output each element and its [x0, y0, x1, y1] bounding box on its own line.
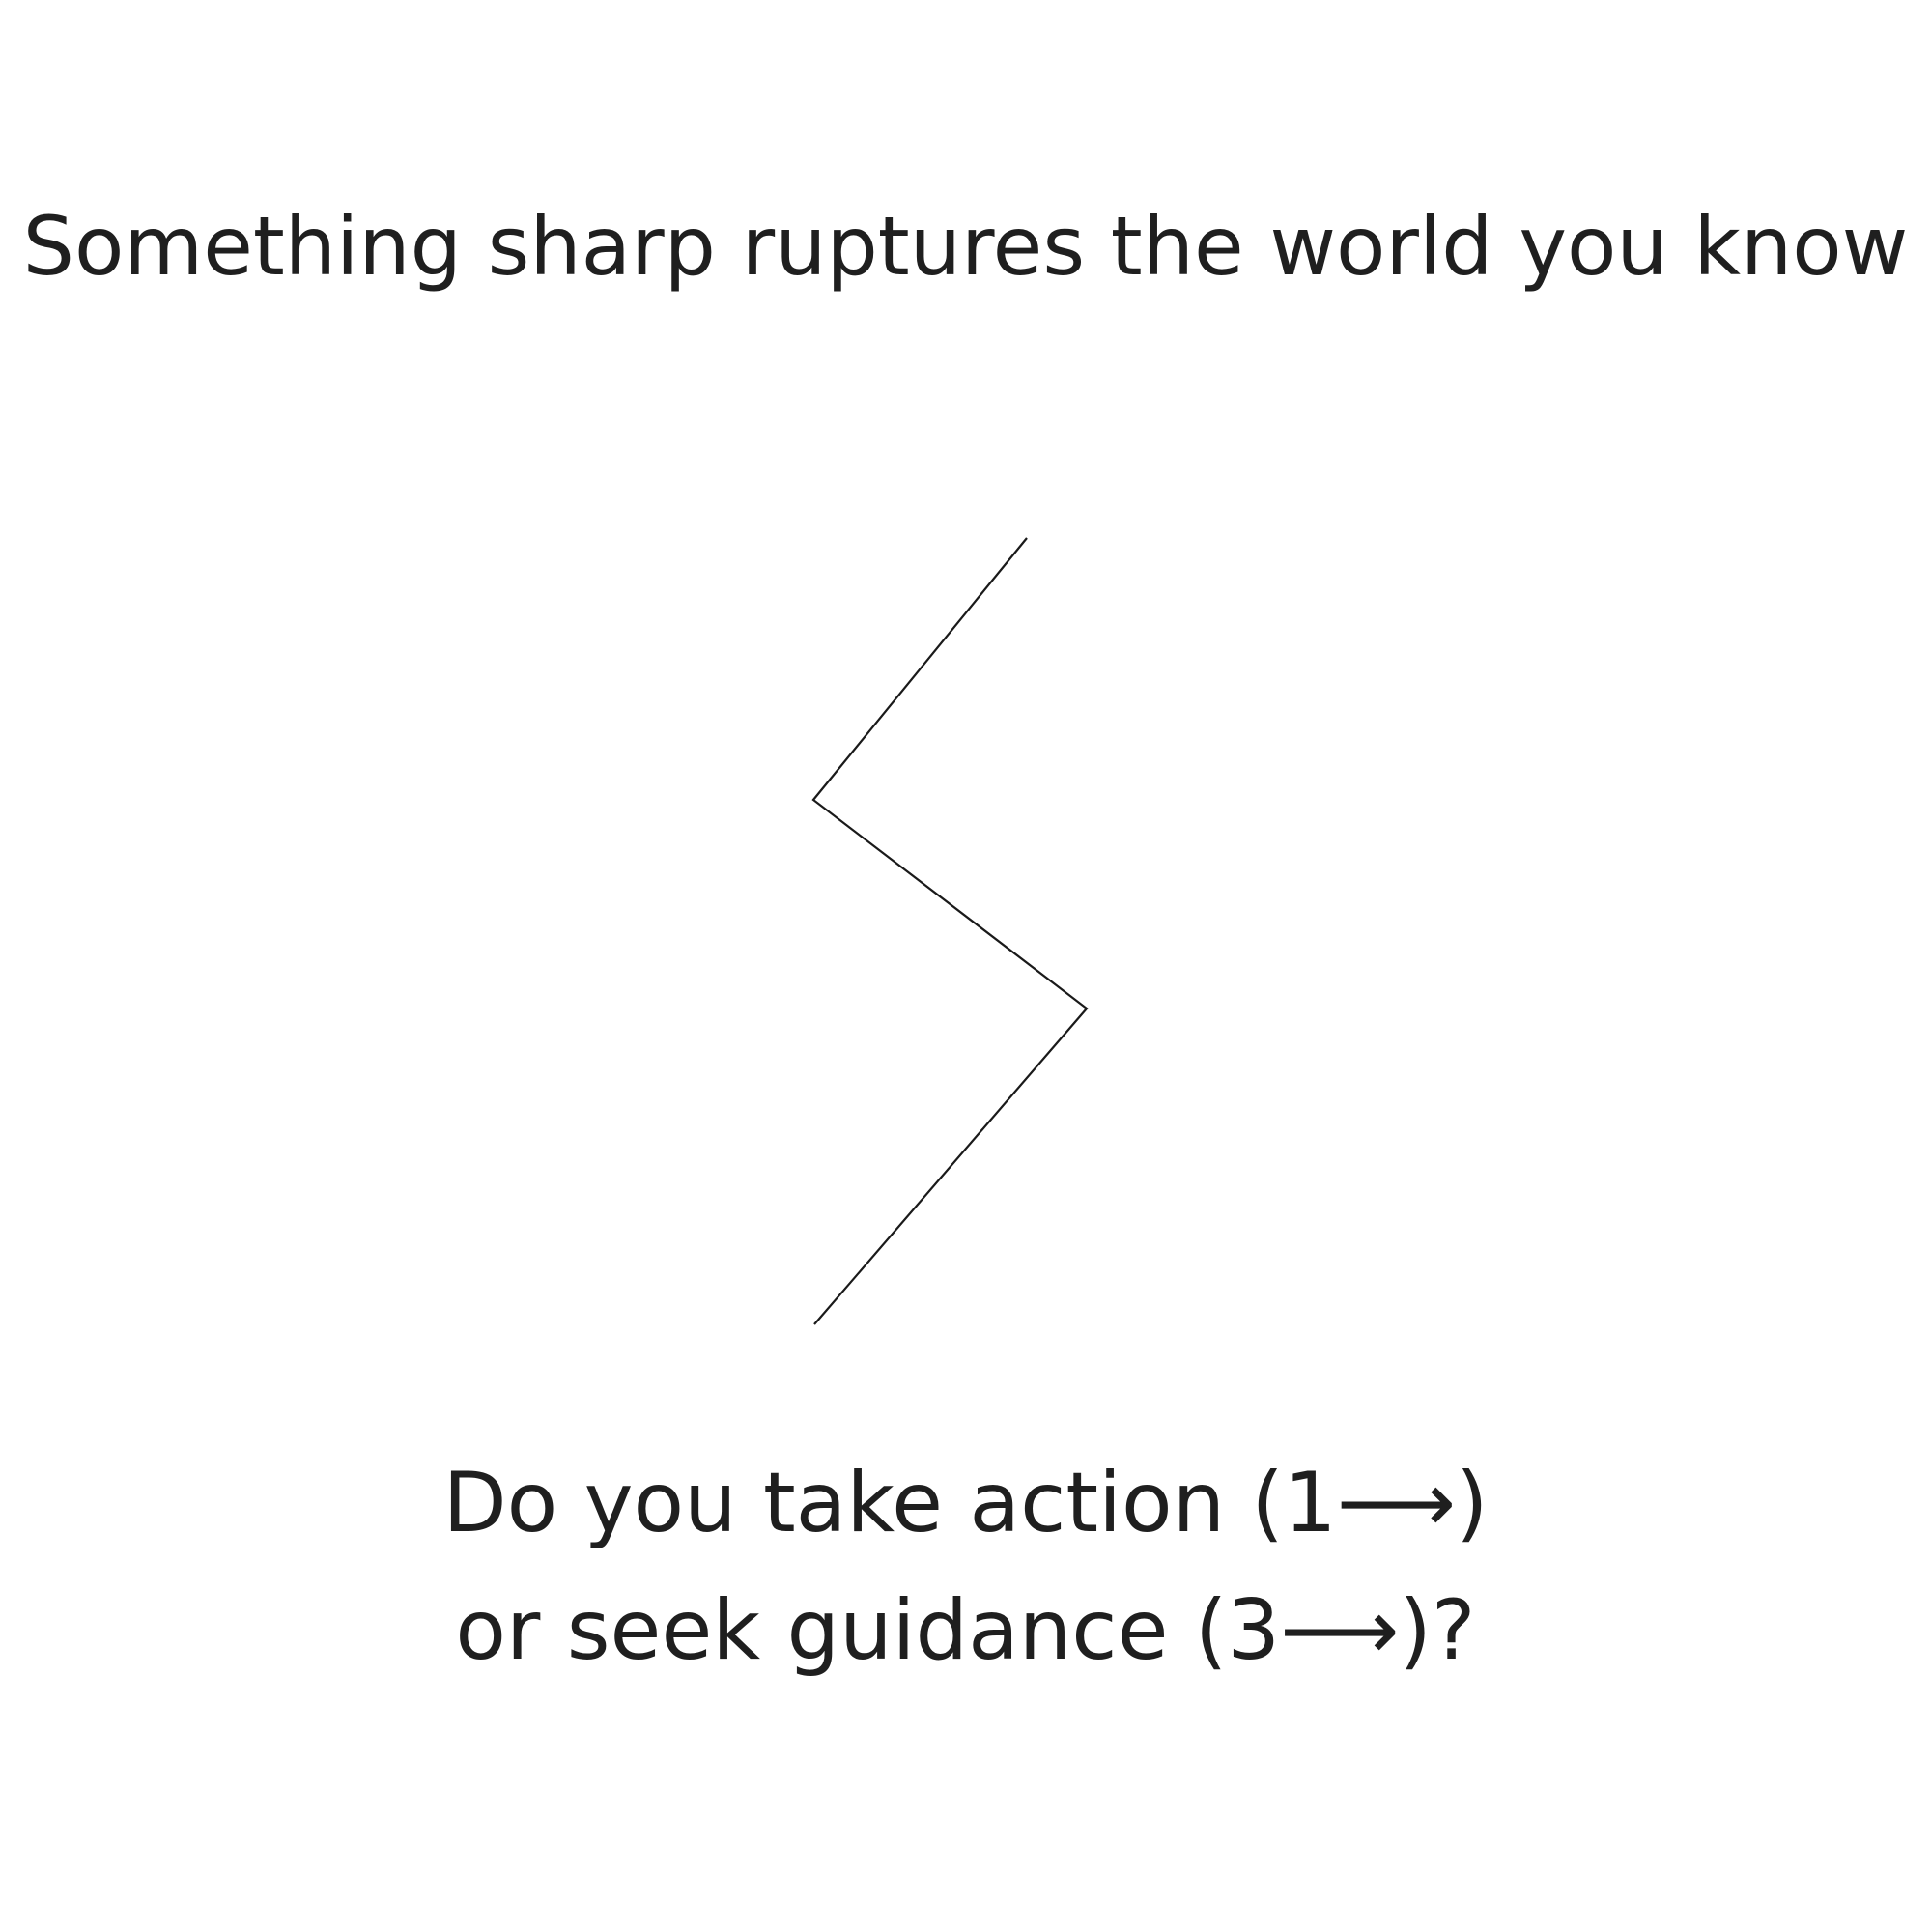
choice-prompt: Do you take action (1⟶) or seek guidance…	[0, 1439, 1931, 1694]
crack-line	[811, 537, 1089, 1325]
prompt-line-take-action: Do you take action (1⟶)	[442, 1455, 1489, 1551]
prompt-line-seek-guidance: or seek guidance (3⟶)?	[455, 1582, 1476, 1679]
scene-headline: Something sharp ruptures the world you k…	[22, 199, 1909, 294]
